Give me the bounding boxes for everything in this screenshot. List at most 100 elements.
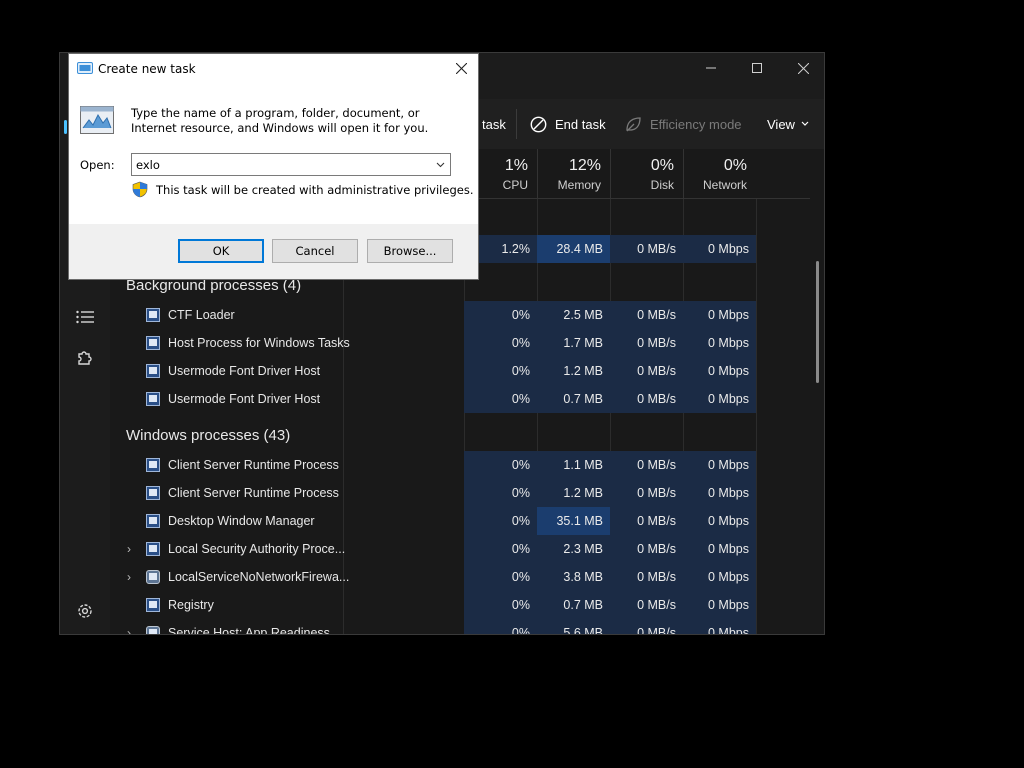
cpu-cell: 0% <box>464 591 537 619</box>
dialog-body: Type the name of a program, folder, docu… <box>69 84 478 224</box>
process-name: Client Server Runtime Process <box>168 458 339 472</box>
table-row[interactable]: Client Server Runtime Process 0% 1.2 MB 0 M… <box>110 479 810 507</box>
disk-cell: 0 MB/s <box>610 535 683 563</box>
open-combobox[interactable] <box>131 153 451 176</box>
table-row[interactable]: CTF Loader 0% 2.5 MB 0 MB/s 0 Mbps <box>110 301 810 329</box>
list-icon <box>76 310 94 324</box>
view-menu-button[interactable]: View <box>767 99 809 149</box>
cpu-cell: 0% <box>464 451 537 479</box>
close-icon <box>797 62 809 74</box>
efficiency-mode-button[interactable]: Efficiency mode <box>625 99 742 149</box>
memory-total: 12% <box>568 157 601 174</box>
run-new-task-button[interactable]: task <box>482 99 506 149</box>
chevron-down-icon <box>801 121 809 126</box>
network-cell: 0 Mbps <box>683 301 756 329</box>
process-icon <box>146 308 160 322</box>
process-name: Usermode Font Driver Host <box>168 392 321 406</box>
sidebar-item-services[interactable] <box>73 345 97 369</box>
cancel-button[interactable]: Cancel <box>272 239 358 263</box>
process-icon <box>146 598 160 612</box>
table-row[interactable]: Host Process for Windows Tasks 0% 1.7 MB 0 … <box>110 329 810 357</box>
cpu-cell: 0% <box>464 563 537 591</box>
table-row[interactable]: Usermode Font Driver Host 0% 1.2 MB 0 MB/s 0… <box>110 357 810 385</box>
column-header-network[interactable]: 0% Network <box>683 149 756 199</box>
disk-cell: 0 MB/s <box>610 329 683 357</box>
table-row[interactable]: › Local Security Authority Proce... 0% 2.3 … <box>110 535 810 563</box>
open-input[interactable] <box>136 156 426 173</box>
cpu-cell: 0% <box>464 507 537 535</box>
create-new-task-dialog: Create new task Type the name of a progr… <box>68 53 479 280</box>
memory-cell: 0.7 MB <box>537 385 610 413</box>
dialog-description: Type the name of a program, folder, docu… <box>131 106 429 135</box>
minimize-button[interactable] <box>688 53 734 83</box>
process-icon <box>146 570 160 584</box>
column-header-disk[interactable]: 0% Disk <box>610 149 683 199</box>
cpu-cell: 0% <box>464 357 537 385</box>
sidebar-item-settings[interactable] <box>73 599 97 623</box>
leaf-icon <box>626 116 641 131</box>
maximize-icon <box>752 63 762 73</box>
memory-cell: 1.7 MB <box>537 329 610 357</box>
process-name: Desktop Window Manager <box>168 514 315 528</box>
sidebar-item-details[interactable] <box>73 305 97 329</box>
process-icon <box>146 392 160 406</box>
network-label: Network <box>702 178 747 192</box>
chevron-down-icon <box>436 162 444 167</box>
disk-cell: 0 MB/s <box>610 619 683 634</box>
process-name: Registry <box>168 598 214 612</box>
table-row[interactable]: Desktop Window Manager 0% 35.1 MB 0 MB/s 0 M… <box>110 507 810 535</box>
table-row[interactable]: Registry 0% 0.7 MB 0 MB/s 0 Mbps <box>110 591 810 619</box>
column-header-memory[interactable]: 12% Memory <box>537 149 610 199</box>
disk-cell: 0 MB/s <box>610 235 683 263</box>
memory-cell: 2.3 MB <box>537 535 610 563</box>
network-cell: 0 Mbps <box>683 235 756 263</box>
processes-selected-indicator <box>64 120 67 134</box>
dialog-title: Create new task <box>98 62 196 76</box>
minimize-icon <box>706 67 716 69</box>
expand-chevron-icon[interactable]: › <box>127 619 131 634</box>
memory-cell: 1.2 MB <box>537 357 610 385</box>
memory-label: Memory <box>557 178 601 192</box>
memory-cell: 35.1 MB <box>537 507 610 535</box>
disk-cell: 0 MB/s <box>610 507 683 535</box>
process-icon <box>146 514 160 528</box>
expand-chevron-icon[interactable]: › <box>127 563 131 591</box>
browse-button[interactable]: Browse... <box>367 239 453 263</box>
disk-cell: 0 MB/s <box>610 385 683 413</box>
network-cell: 0 Mbps <box>683 479 756 507</box>
toolbar-separator <box>516 109 517 139</box>
table-row[interactable]: › LocalServiceNoNetworkFirewa... 0% 3.8 MB 0… <box>110 563 810 591</box>
vertical-scrollbar[interactable] <box>816 261 819 383</box>
close-button[interactable] <box>780 53 824 83</box>
cpu-cell: 0% <box>464 329 537 357</box>
shield-icon <box>132 181 148 198</box>
network-cell: 0 Mbps <box>683 329 756 357</box>
cpu-cell: 0% <box>464 385 537 413</box>
expand-chevron-icon[interactable]: › <box>127 535 131 563</box>
cpu-cell: 0% <box>464 479 537 507</box>
cpu-cell: 0% <box>464 301 537 329</box>
gear-icon <box>78 604 92 618</box>
end-task-label: End task <box>555 116 606 132</box>
ok-button[interactable]: OK <box>178 239 264 263</box>
cpu-cell: 0% <box>464 535 537 563</box>
network-cell: 0 Mbps <box>683 507 756 535</box>
open-label: Open: <box>80 158 115 172</box>
network-cell: 0 Mbps <box>683 535 756 563</box>
end-task-button[interactable]: End task <box>530 99 606 149</box>
run-icon <box>77 62 93 74</box>
table-row[interactable]: Usermode Font Driver Host 0% 0.7 MB 0 MB/s 0… <box>110 385 810 413</box>
process-icon <box>146 458 160 472</box>
disk-cell: 0 MB/s <box>610 357 683 385</box>
open-dropdown-button[interactable] <box>432 154 448 175</box>
table-row[interactable]: Client Server Runtime Process 0% 1.1 MB 0 M… <box>110 451 810 479</box>
memory-cell: 28.4 MB <box>537 235 610 263</box>
dialog-close-button[interactable] <box>450 58 472 80</box>
process-icon <box>146 364 160 378</box>
run-program-icon <box>80 106 114 134</box>
process-icon <box>146 626 160 634</box>
maximize-button[interactable] <box>734 53 780 83</box>
table-row[interactable]: › Service Host: App Readiness 0% 5.6 MB 0 MB… <box>110 619 810 634</box>
memory-cell: 5.6 MB <box>537 619 610 634</box>
close-icon <box>455 62 467 75</box>
